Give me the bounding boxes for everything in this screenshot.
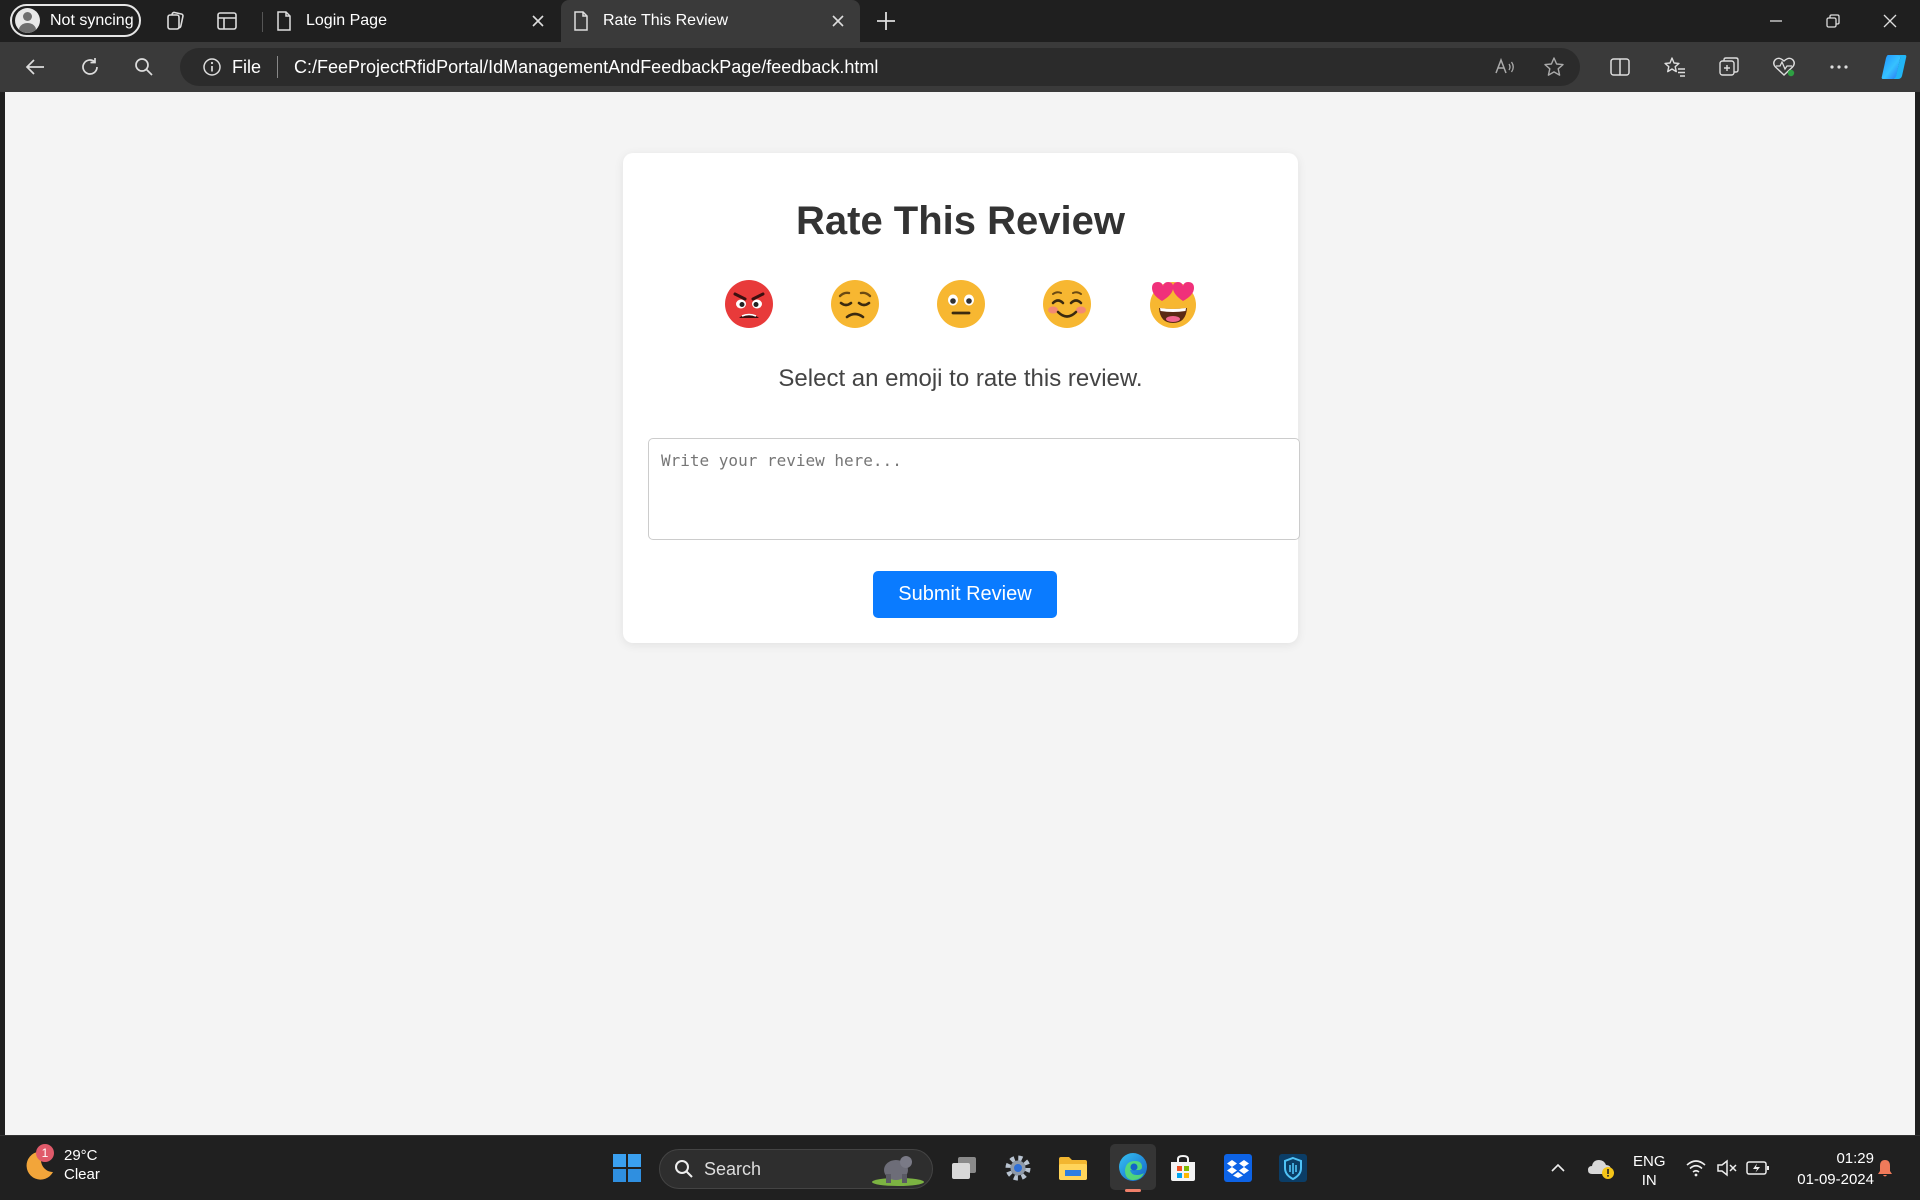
profile-sync-label: Not syncing — [50, 11, 134, 29]
task-view-icon[interactable] — [946, 1150, 982, 1186]
language-code: ENG — [1633, 1153, 1666, 1170]
profile-button[interactable]: Not syncing — [10, 4, 141, 37]
smiling-face-icon[interactable] — [1042, 279, 1092, 329]
review-textarea[interactable] — [648, 438, 1300, 540]
angry-face-icon[interactable] — [724, 279, 774, 329]
tab-title: Login Page — [306, 12, 387, 29]
volume-muted-icon[interactable] — [1715, 1150, 1741, 1186]
clock-date: 01-09-2024 — [1797, 1171, 1874, 1188]
sad-face-icon[interactable] — [830, 279, 880, 329]
split-screen-icon[interactable] — [1607, 54, 1633, 80]
battery-icon[interactable] — [1745, 1150, 1771, 1186]
close-icon[interactable] — [826, 9, 850, 33]
notification-bell-icon[interactable] — [1872, 1150, 1898, 1186]
browser-toolbar: File C:/FeeProjectRfidPortal/IdManagemen… — [0, 42, 1920, 92]
weather-alert-badge: 1 — [36, 1144, 54, 1162]
language-indicator[interactable]: ENG IN — [1633, 1152, 1666, 1190]
security-app-icon[interactable] — [1275, 1150, 1311, 1186]
tab-actions-icon[interactable] — [216, 10, 238, 32]
system-clock[interactable]: 01:29 01-09-2024 — [1797, 1148, 1874, 1190]
dropbox-icon[interactable] — [1220, 1150, 1256, 1186]
onedrive-warning-icon[interactable] — [1586, 1150, 1616, 1186]
close-icon[interactable] — [526, 9, 550, 33]
weather-widget[interactable]: 1 29°C Clear — [22, 1144, 100, 1184]
edge-taskbar-icon[interactable] — [1110, 1144, 1156, 1192]
chevron-up-icon[interactable] — [1545, 1150, 1571, 1186]
back-arrow-icon[interactable] — [22, 54, 48, 80]
taskbar-search[interactable]: Search — [659, 1149, 933, 1189]
page-title: Rate This Review — [795, 199, 1125, 243]
weather-condition: Clear — [64, 1166, 100, 1183]
favorites-list-icon[interactable] — [1662, 54, 1688, 80]
address-scheme-label: File — [232, 56, 262, 77]
gorilla-search-highlight-icon — [872, 1156, 924, 1186]
taskbar-search-label: Search — [704, 1158, 762, 1179]
page-icon — [277, 11, 291, 31]
collections-icon[interactable] — [1716, 54, 1742, 80]
moon-icon: 1 — [22, 1144, 56, 1182]
search-icon — [675, 1160, 693, 1178]
tab-login-page[interactable]: Login Page — [264, 0, 560, 42]
emoji-rating-row — [623, 279, 1298, 329]
submit-review-button[interactable]: Submit Review — [873, 571, 1057, 618]
copilot-icon[interactable] — [1879, 52, 1909, 82]
active-app-indicator — [1125, 1189, 1141, 1192]
settings-gear-icon[interactable] — [1000, 1150, 1036, 1186]
profile-avatar-icon — [15, 8, 40, 33]
info-icon[interactable] — [202, 57, 222, 77]
address-url[interactable]: C:/FeeProjectRfidPortal/IdManagementAndF… — [294, 57, 878, 78]
new-tab-plus-icon[interactable] — [874, 9, 898, 33]
close-window-icon[interactable] — [1877, 8, 1903, 34]
file-explorer-icon[interactable] — [1055, 1150, 1091, 1186]
language-region: IN — [1641, 1172, 1657, 1189]
wifi-icon[interactable] — [1684, 1150, 1708, 1186]
restore-icon[interactable] — [1820, 8, 1846, 34]
search-icon[interactable] — [131, 54, 157, 80]
heart-eyes-face-icon[interactable] — [1148, 279, 1198, 329]
browser-essentials-icon[interactable] — [1771, 54, 1797, 80]
read-aloud-icon[interactable] — [1492, 54, 1518, 80]
favorite-star-icon[interactable] — [1541, 54, 1567, 80]
clock-time: 01:29 — [1836, 1150, 1874, 1167]
minimize-icon[interactable] — [1763, 8, 1789, 34]
tab-title: Rate This Review — [603, 12, 729, 29]
address-divider — [277, 56, 279, 78]
review-card: Rate This Review Select an emoji to rate… — [623, 153, 1300, 643]
windows-start-icon[interactable] — [609, 1150, 645, 1186]
weather-temp: 29°C — [64, 1147, 98, 1164]
page-viewport: Rate This Review Select an emoji to rate… — [5, 92, 1915, 1135]
more-options-icon[interactable] — [1826, 54, 1852, 80]
tab-separator — [262, 12, 263, 32]
neutral-face-icon[interactable] — [936, 279, 986, 329]
browser-tab-strip: Not syncing Login Page Rate This Review — [0, 0, 1920, 42]
workspaces-icon[interactable] — [164, 10, 186, 32]
address-bar[interactable]: File C:/FeeProjectRfidPortal/IdManagemen… — [180, 48, 1580, 86]
rating-prompt: Select an emoji to rate this review. — [778, 365, 1143, 392]
tab-rate-this-review[interactable]: Rate This Review — [561, 0, 860, 42]
page-icon — [574, 11, 588, 31]
refresh-icon[interactable] — [77, 54, 103, 80]
microsoft-store-icon[interactable] — [1165, 1150, 1201, 1186]
windows-taskbar: 1 29°C Clear Search ENG IN 01:29 01-09-2… — [0, 1135, 1920, 1200]
